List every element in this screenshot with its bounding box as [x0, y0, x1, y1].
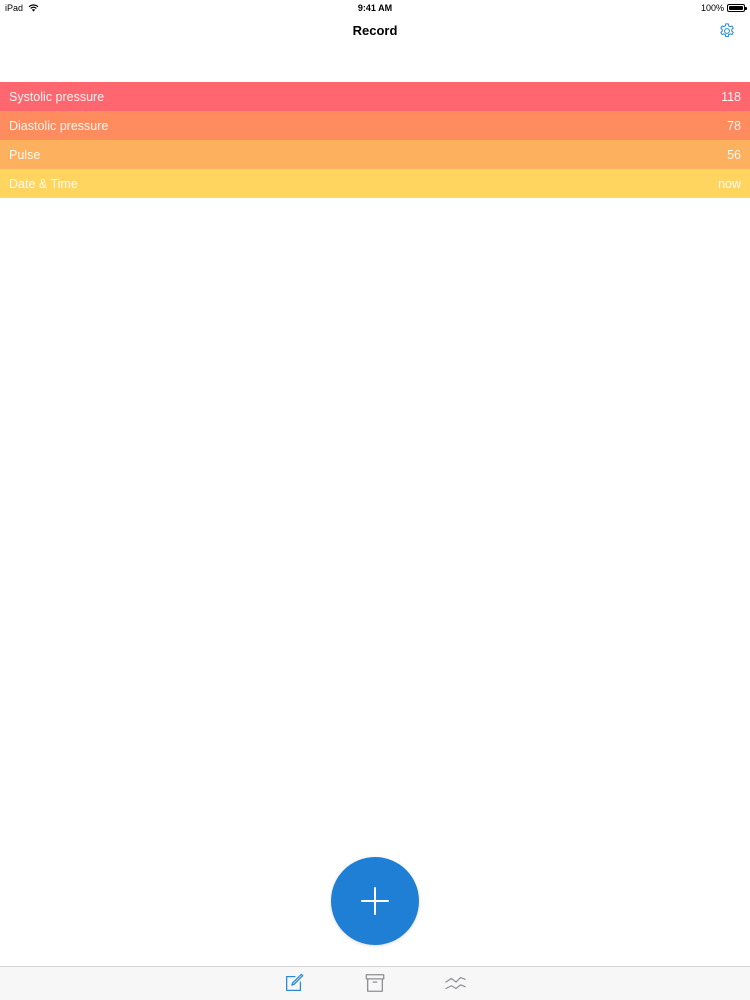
tab-trends[interactable]: [443, 971, 469, 995]
status-right: 100%: [700, 3, 747, 13]
field-label: Systolic pressure: [9, 89, 105, 104]
field-date-time[interactable]: Date & Time now: [0, 169, 750, 198]
status-time: 9:41 AM: [357, 3, 393, 13]
field-systolic-pressure[interactable]: Systolic pressure 118: [0, 82, 750, 111]
field-label: Date & Time: [9, 176, 78, 191]
field-value: now: [718, 176, 741, 191]
field-value: 118: [721, 89, 741, 104]
tab-record[interactable]: [281, 971, 307, 995]
archive-box-icon: [365, 974, 385, 992]
battery-icon: [727, 4, 747, 12]
field-label: Diastolic pressure: [9, 118, 109, 133]
nav-bar: Record: [0, 16, 750, 46]
field-pulse[interactable]: Pulse 56: [0, 140, 750, 169]
record-fields: Systolic pressure 118 Diastolic pressure…: [0, 82, 750, 198]
compose-icon: [286, 973, 304, 991]
gear-icon: [720, 23, 734, 38]
field-diastolic-pressure[interactable]: Diastolic pressure 78: [0, 111, 750, 140]
field-label: Pulse: [9, 147, 41, 162]
page-title: Record: [352, 23, 398, 38]
field-value: 56: [727, 147, 741, 162]
battery-fill: [729, 6, 743, 10]
status-bar: iPad 9:41 AM 100%: [0, 0, 750, 16]
field-value: 78: [727, 118, 741, 133]
trend-lines-icon: [445, 976, 466, 990]
plus-icon: [361, 887, 389, 915]
battery-percent: 100%: [700, 3, 724, 13]
tab-bar: [0, 966, 750, 1000]
tab-archive[interactable]: [362, 971, 388, 995]
settings-button[interactable]: [716, 20, 738, 42]
add-record-button[interactable]: [331, 857, 419, 945]
